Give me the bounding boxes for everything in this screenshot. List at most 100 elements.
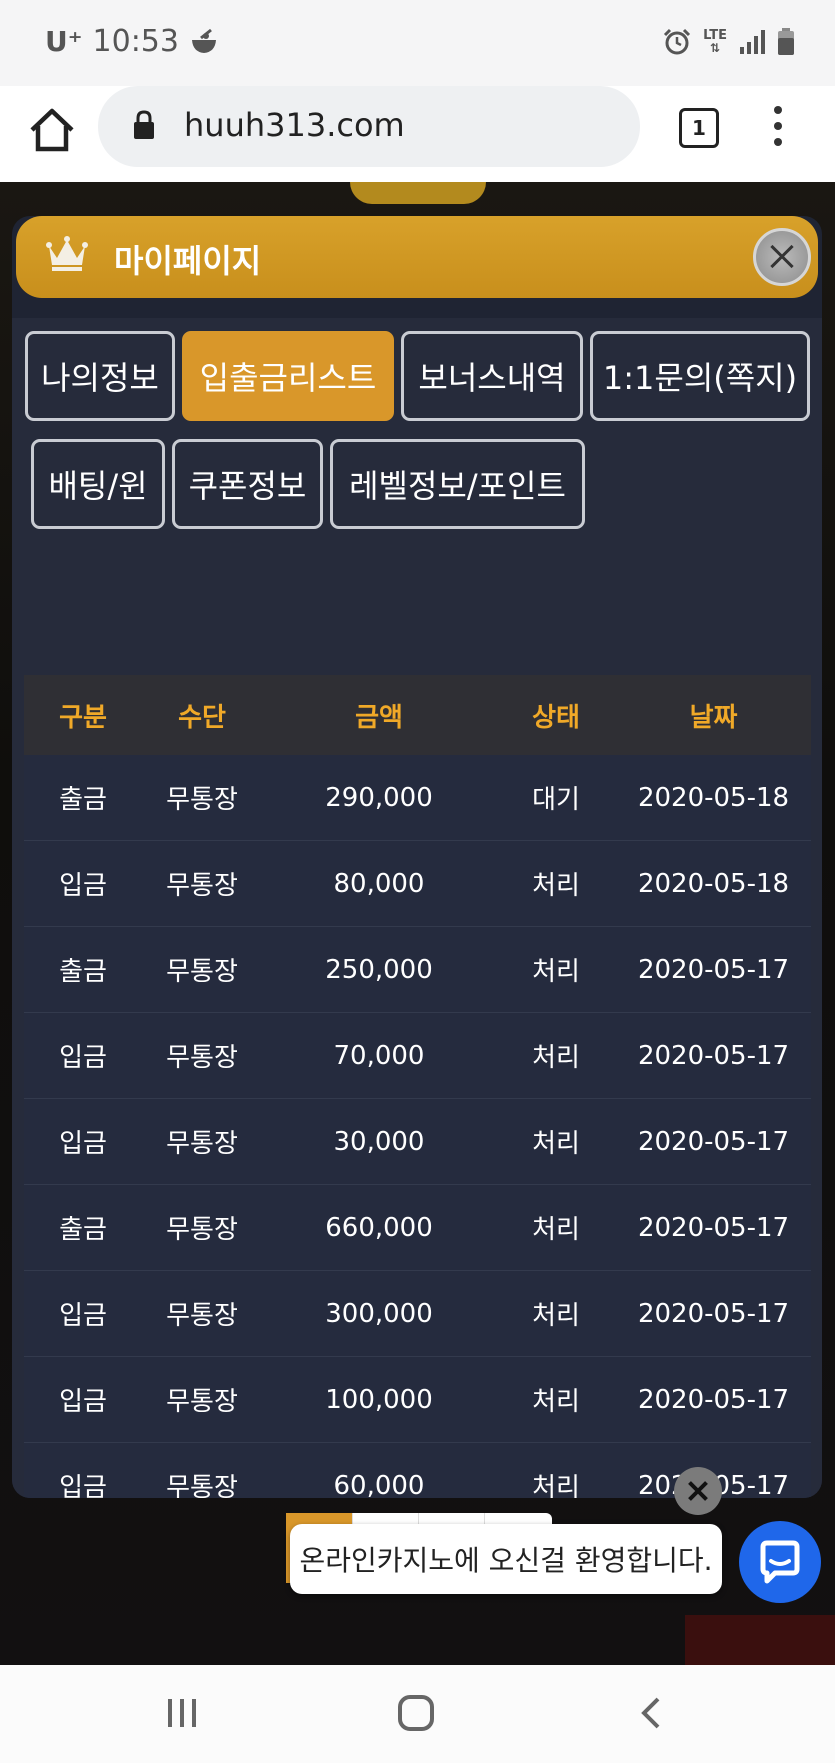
tab-switcher-button[interactable]: 1 xyxy=(679,108,719,148)
row-type: 입금 xyxy=(59,1129,107,1159)
tab-bonus-history[interactable]: 보너스내역 xyxy=(401,331,583,421)
row-amount: 300,000 xyxy=(325,1298,433,1329)
tab-coupon-info[interactable]: 쿠폰정보 xyxy=(172,439,323,529)
row-amount: 250,000 xyxy=(325,954,433,985)
row-method: 무통장 xyxy=(166,785,238,815)
clock: 10:53 xyxy=(92,24,179,59)
row-method: 무통장 xyxy=(166,1043,238,1073)
row-method: 무통장 xyxy=(166,1473,238,1498)
row-method: 무통장 xyxy=(166,1215,238,1245)
welcome-toast: 온라인카지노에 오신걸 환영합니다. xyxy=(290,1524,722,1594)
header-date: 날짜 xyxy=(689,702,738,733)
table-header: 구분 수단 금액 상태 날짜 xyxy=(24,675,811,755)
background-banner xyxy=(685,1615,835,1665)
row-type: 출금 xyxy=(59,957,107,987)
row-status: 처리 xyxy=(532,957,580,987)
row-status: 처리 xyxy=(532,1215,580,1245)
status-right: LTE ⇅ xyxy=(663,28,795,56)
table-body: 출금 무통장 290,000 대기 2020-05-18 입금 무통장 80,000 처리 202… xyxy=(24,755,811,1498)
status-bar: U⁺ 10:53 LTE ⇅ xyxy=(0,0,835,86)
row-type: 출금 xyxy=(59,1215,107,1245)
row-type: 입금 xyxy=(59,1301,107,1331)
row-amount: 70,000 xyxy=(333,1040,425,1071)
mypage-modal: 마이페이지 나의정보 입출금리스트 보너스내역 1:1문의(쪽지) 배팅/윈 쿠… xyxy=(12,216,822,1498)
table-row: 입금 무통장 80,000 처리 2020-05-18 xyxy=(24,841,811,927)
table-row: 입금 무통장 100,000 처리 2020-05-17 xyxy=(24,1357,811,1443)
row-date: 2020-05-17 xyxy=(637,1040,790,1071)
row-date: 2020-05-17 xyxy=(637,1126,790,1157)
signal-icon xyxy=(740,30,765,54)
row-type: 입금 xyxy=(59,1387,107,1417)
row-status: 처리 xyxy=(532,1473,580,1498)
url-text[interactable]: huuh313.com xyxy=(184,106,405,144)
status-left: U⁺ 10:53 xyxy=(45,24,219,59)
table-row: 입금 무통장 70,000 처리 2020-05-17 xyxy=(24,1013,811,1099)
tab-count: 1 xyxy=(692,116,706,140)
toast-message: 온라인카지노에 오신걸 환영합니다. xyxy=(299,1544,713,1577)
row-date: 2020-05-18 xyxy=(637,868,790,899)
battery-icon xyxy=(778,28,794,55)
row-date: 2020-05-17 xyxy=(637,954,790,985)
row-status: 처리 xyxy=(532,1129,580,1159)
tab-my-info[interactable]: 나의정보 xyxy=(25,331,175,421)
recent-apps-icon[interactable] xyxy=(164,1695,200,1731)
table-row: 출금 무통장 660,000 처리 2020-05-17 xyxy=(24,1185,811,1271)
tab-level-points[interactable]: 레벨정보/포인트 xyxy=(330,439,585,529)
modal-close-button[interactable] xyxy=(753,228,811,286)
row-status: 대기 xyxy=(532,785,580,815)
row-date: 2020-05-17 xyxy=(637,1298,790,1329)
row-amount: 290,000 xyxy=(325,782,433,813)
row-date: 2020-05-18 xyxy=(637,782,790,813)
lte-icon: LTE ⇅ xyxy=(703,28,727,55)
chat-bubble-icon xyxy=(760,1540,800,1584)
row-date: 2020-05-17 xyxy=(637,1212,790,1243)
modal-title: 마이페이지 xyxy=(114,242,262,280)
browser-toolbar: huuh313.com 1 xyxy=(0,86,835,182)
table-row: 출금 무통장 250,000 처리 2020-05-17 xyxy=(24,927,811,1013)
row-type: 입금 xyxy=(59,871,107,901)
home-icon[interactable] xyxy=(26,104,78,156)
address-bar[interactable]: huuh313.com xyxy=(98,86,640,167)
row-amount: 30,000 xyxy=(333,1126,425,1157)
row-method: 무통장 xyxy=(166,1129,238,1159)
tab-betting-win[interactable]: 배팅/윈 xyxy=(31,439,165,529)
crown-icon xyxy=(46,236,88,271)
toast-close-button[interactable] xyxy=(674,1467,722,1515)
lock-icon xyxy=(134,110,154,139)
row-method: 무통장 xyxy=(166,1301,238,1331)
row-type: 입금 xyxy=(59,1043,107,1073)
table-row: 출금 무통장 290,000 대기 2020-05-18 xyxy=(24,755,811,841)
row-type: 출금 xyxy=(59,785,107,815)
header-method: 수단 xyxy=(178,702,226,733)
row-amount: 80,000 xyxy=(333,868,425,899)
row-amount: 60,000 xyxy=(333,1470,425,1499)
row-method: 무통장 xyxy=(166,957,238,987)
system-navigation-bar xyxy=(0,1665,835,1763)
table-row: 입금 무통장 30,000 처리 2020-05-17 xyxy=(24,1099,811,1185)
row-amount: 100,000 xyxy=(325,1384,433,1415)
more-vert-icon[interactable] xyxy=(768,106,788,150)
table-row: 입금 무통장 300,000 처리 2020-05-17 xyxy=(24,1271,811,1357)
header-amount: 금액 xyxy=(355,702,403,733)
notification-icon xyxy=(191,28,216,53)
row-date: 2020-05-17 xyxy=(637,1384,790,1415)
row-amount: 660,000 xyxy=(325,1212,433,1243)
header-type: 구분 xyxy=(59,702,107,733)
row-method: 무통장 xyxy=(166,871,238,901)
decorative-dome xyxy=(350,182,486,204)
row-status: 처리 xyxy=(532,1301,580,1331)
row-status: 처리 xyxy=(532,1387,580,1417)
transaction-table: 구분 수단 금액 상태 날짜 출금 무통장 290,000 대기 2020-05-18 입… xyxy=(24,675,811,1498)
header-status: 상태 xyxy=(532,702,580,733)
row-type: 입금 xyxy=(59,1473,107,1498)
row-method: 무통장 xyxy=(166,1387,238,1417)
tab-deposit-withdraw-list[interactable]: 입출금리스트 xyxy=(182,331,394,421)
row-status: 처리 xyxy=(532,871,580,901)
tab-inquiry[interactable]: 1:1문의(쪽지) xyxy=(590,331,810,421)
modal-header: 마이페이지 xyxy=(16,216,818,298)
back-icon[interactable] xyxy=(634,1695,670,1731)
chat-button[interactable] xyxy=(739,1521,821,1603)
home-nav-icon[interactable] xyxy=(396,1693,436,1733)
alarm-icon xyxy=(664,28,691,55)
carrier-label: U⁺ xyxy=(45,25,83,58)
